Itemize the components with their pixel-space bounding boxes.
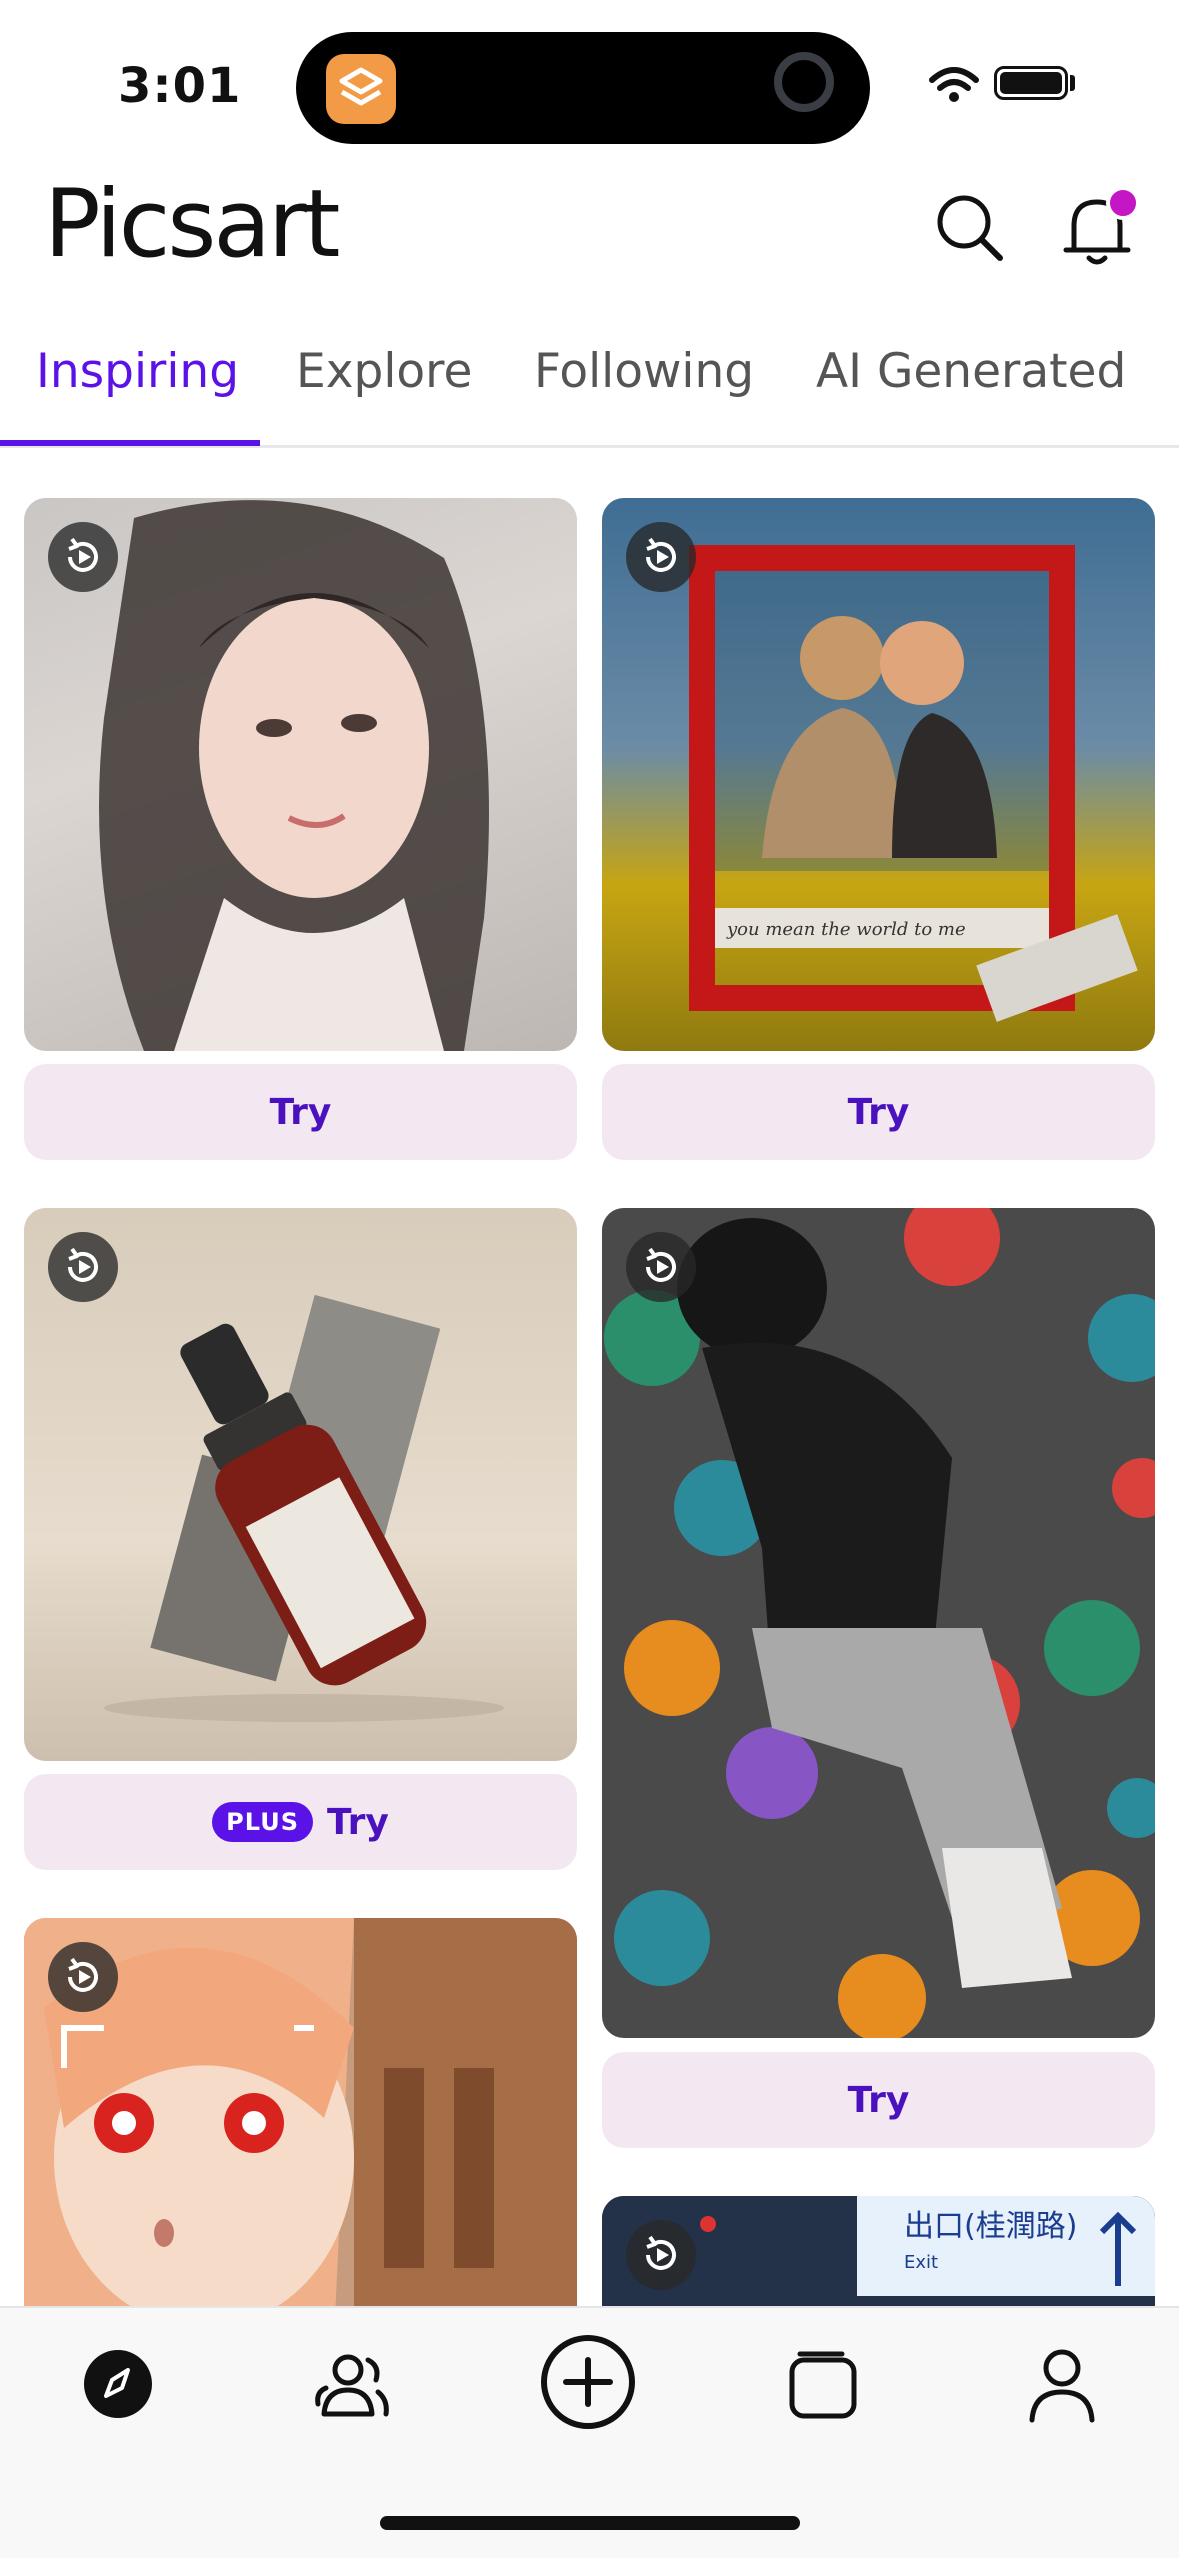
search-button[interactable] xyxy=(930,188,1010,268)
polaroid-caption: you mean the world to me xyxy=(726,919,966,940)
nav-explore[interactable] xyxy=(84,2350,152,2418)
feed-card-image[interactable] xyxy=(602,1208,1155,2038)
feed-tabs: Inspiring Explore Following AI Generated xyxy=(0,330,1179,448)
exit-sign-text: 出口(桂潤路) xyxy=(904,2209,1077,2244)
status-time: 3:01 xyxy=(118,58,242,114)
replay-icon xyxy=(626,2220,696,2290)
exit-sign-subtext: Exit xyxy=(904,2252,938,2273)
nav-community[interactable] xyxy=(310,2344,390,2424)
battery-tip xyxy=(1070,75,1075,91)
community-icon xyxy=(315,2354,389,2417)
home-indicator[interactable] xyxy=(380,2516,800,2530)
battery-icon xyxy=(994,66,1068,100)
folder-stack-icon xyxy=(789,2351,857,2419)
tab-explore[interactable]: Explore xyxy=(296,344,472,399)
fashion-collage-photo xyxy=(604,1208,1155,2038)
feed-card-image[interactable] xyxy=(24,1208,577,1761)
try-button[interactable]: Try xyxy=(24,1064,577,1160)
plus-badge: PLUS xyxy=(212,1802,313,1842)
replay-icon xyxy=(626,522,696,592)
feed-card-image[interactable]: you mean the world to me xyxy=(602,498,1155,1051)
nav-create[interactable] xyxy=(540,2334,636,2430)
replay-icon xyxy=(48,522,118,592)
activity-ring-icon xyxy=(774,52,834,112)
picsart-logo: Picsart xyxy=(44,170,340,279)
compass-icon xyxy=(84,2350,152,2418)
plus-circle-icon xyxy=(541,2335,635,2429)
nav-files[interactable] xyxy=(786,2346,860,2420)
replay-icon xyxy=(48,1232,118,1302)
status-bar: 3:01 xyxy=(0,0,1179,170)
profile-icon xyxy=(1029,2349,1095,2423)
wifi-icon xyxy=(929,67,979,102)
replay-icon xyxy=(48,1942,118,2012)
active-tab-indicator xyxy=(0,440,260,446)
try-plus-button[interactable]: PLUS Try xyxy=(24,1774,577,1870)
dynamic-island xyxy=(296,32,870,144)
nav-profile[interactable] xyxy=(1024,2344,1100,2424)
feed-card-image[interactable] xyxy=(24,1918,577,2338)
tab-inspiring[interactable]: Inspiring xyxy=(36,344,239,399)
tab-following[interactable]: Following xyxy=(534,344,754,399)
notification-badge xyxy=(1106,186,1140,220)
shortcuts-app-icon xyxy=(326,54,396,124)
search-icon xyxy=(937,195,1003,261)
tab-ai-generated[interactable]: AI Generated xyxy=(816,344,1126,399)
feed-card-image[interactable] xyxy=(24,498,577,1051)
try-button[interactable]: Try xyxy=(602,2052,1155,2148)
replay-icon xyxy=(626,1232,696,1302)
try-button[interactable]: Try xyxy=(602,1064,1155,1160)
